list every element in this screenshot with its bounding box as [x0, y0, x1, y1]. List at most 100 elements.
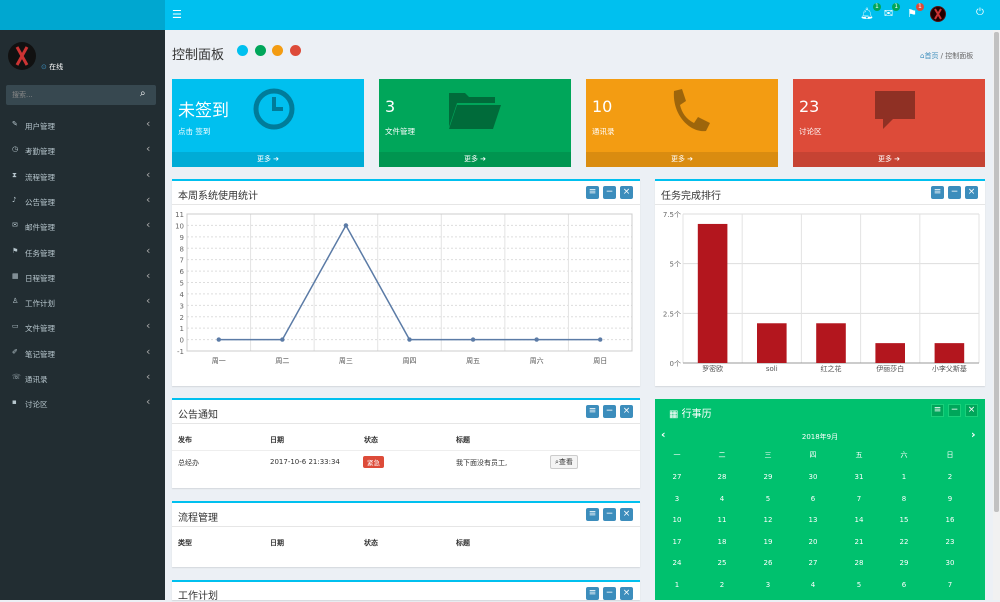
minimize-icon[interactable]: −: [948, 404, 961, 417]
calendar-day[interactable]: 30: [806, 473, 820, 481]
sidebar-item-3[interactable]: ♪ 公告管理 ‹: [0, 192, 165, 210]
sidebar-item-1[interactable]: ◷ 考勤管理 ‹: [0, 141, 165, 159]
calendar-day[interactable]: 4: [806, 581, 820, 589]
sidebar-item-0[interactable]: ✎ 用户管理 ‹: [0, 116, 165, 134]
flag-icon[interactable]: ⚑ 1: [907, 3, 924, 20]
list-icon[interactable]: ≡: [586, 186, 599, 199]
theme-dot-cyan[interactable]: [237, 45, 248, 56]
sidebar-item-7[interactable]: ♙ 工作计划 ‹: [0, 293, 165, 311]
bar[interactable]: [934, 343, 965, 363]
calendar-day[interactable]: 8: [897, 495, 911, 503]
scrollbar-thumb[interactable]: [994, 32, 999, 512]
calendar-day[interactable]: 19: [761, 538, 775, 546]
calendar-day[interactable]: 15: [897, 516, 911, 524]
calendar-day[interactable]: 4: [715, 495, 729, 503]
calendar-day[interactable]: 10: [670, 516, 684, 524]
close-icon[interactable]: ×: [620, 186, 633, 199]
calendar-day[interactable]: 6: [806, 495, 820, 503]
close-icon[interactable]: ×: [620, 405, 633, 418]
list-icon[interactable]: ≡: [586, 587, 599, 600]
bar[interactable]: [875, 343, 905, 363]
calendar-day[interactable]: 28: [852, 559, 866, 567]
sidebar-search[interactable]: 搜索... ⌕: [6, 85, 156, 105]
calendar-day[interactable]: 22: [897, 538, 911, 546]
data-point[interactable]: [598, 337, 603, 342]
calendar-day[interactable]: 27: [670, 473, 684, 481]
close-icon[interactable]: ×: [965, 404, 978, 417]
calendar-day[interactable]: 29: [761, 473, 775, 481]
sidebar-item-8[interactable]: ▭ 文件管理 ‹: [0, 318, 165, 336]
calendar-day[interactable]: 24: [670, 559, 684, 567]
more-link[interactable]: 更多 ➔: [172, 152, 364, 167]
calendar-day[interactable]: 11: [715, 516, 729, 524]
user-avatar[interactable]: [930, 6, 946, 22]
sidebar-item-2[interactable]: ⧗ 流程管理 ‹: [0, 167, 165, 185]
list-icon[interactable]: ≡: [586, 508, 599, 521]
sidebar-item-10[interactable]: ☏ 通讯录 ‹: [0, 369, 165, 387]
more-link[interactable]: 更多 ➔: [793, 152, 985, 167]
data-point[interactable]: [407, 337, 412, 342]
logo-area[interactable]: [0, 0, 165, 30]
calendar-day[interactable]: 21: [852, 538, 866, 546]
calendar-month[interactable]: 2018年9月: [655, 432, 985, 442]
calendar-day[interactable]: 27: [806, 559, 820, 567]
calendar-day[interactable]: 23: [943, 538, 957, 546]
minimize-icon[interactable]: −: [603, 186, 616, 199]
calendar-day[interactable]: 16: [943, 516, 957, 524]
calendar-day[interactable]: 29: [897, 559, 911, 567]
close-icon[interactable]: ×: [620, 587, 633, 600]
search-icon[interactable]: ⌕: [140, 88, 146, 99]
theme-dot-red[interactable]: [290, 45, 301, 56]
close-icon[interactable]: ×: [965, 186, 978, 199]
theme-dot-orange[interactable]: [272, 45, 283, 56]
data-point[interactable]: [534, 337, 539, 342]
data-point[interactable]: [280, 337, 285, 342]
calendar-day[interactable]: 30: [943, 559, 957, 567]
calendar-day[interactable]: 26: [761, 559, 775, 567]
more-link[interactable]: 更多 ➔: [379, 152, 571, 167]
bar[interactable]: [816, 323, 846, 363]
calendar-day[interactable]: 2: [943, 473, 957, 481]
bell-icon[interactable]: 🔔︎ 1: [860, 3, 881, 20]
cell-title[interactable]: 我下面没有员工,: [456, 458, 507, 468]
minimize-icon[interactable]: −: [603, 405, 616, 418]
calendar-day[interactable]: 25: [715, 559, 729, 567]
calendar-day[interactable]: 1: [897, 473, 911, 481]
calendar-day[interactable]: 28: [715, 473, 729, 481]
stat-box-files[interactable]: 3 文件管理 更多 ➔: [379, 79, 571, 167]
stat-box-contacts[interactable]: 10 通讯录 更多 ➔: [586, 79, 778, 167]
power-icon[interactable]: ⏻: [976, 7, 984, 18]
page-scrollbar[interactable]: [993, 30, 1000, 600]
stat-box-signin[interactable]: 未签到 点击 签到 更多 ➔: [172, 79, 364, 167]
calendar-day[interactable]: 5: [852, 581, 866, 589]
sidebar-item-11[interactable]: ▪ 讨论区 ‹: [0, 394, 165, 412]
calendar-day[interactable]: 6: [897, 581, 911, 589]
calendar-day[interactable]: 3: [670, 495, 684, 503]
calendar-day[interactable]: 7: [943, 581, 957, 589]
calendar-day[interactable]: 18: [715, 538, 729, 546]
data-point[interactable]: [216, 337, 221, 342]
list-icon[interactable]: ≡: [931, 186, 944, 199]
bar[interactable]: [757, 323, 787, 363]
sidebar-item-6[interactable]: ▦ 日程管理 ‹: [0, 268, 165, 286]
sidebar-item-4[interactable]: ✉ 邮件管理 ‹: [0, 217, 165, 235]
calendar-day[interactable]: 14: [852, 516, 866, 524]
list-icon[interactable]: ≡: [931, 404, 944, 417]
calendar-day[interactable]: 13: [806, 516, 820, 524]
minimize-icon[interactable]: −: [948, 186, 961, 199]
calendar-day[interactable]: 5: [761, 495, 775, 503]
minimize-icon[interactable]: −: [603, 508, 616, 521]
calendar-day[interactable]: 7: [852, 495, 866, 503]
calendar-day[interactable]: 9: [943, 495, 957, 503]
bar[interactable]: [697, 223, 728, 363]
theme-dot-green[interactable]: [255, 45, 266, 56]
mail-icon[interactable]: ✉ 1: [884, 3, 901, 20]
calendar-day[interactable]: 17: [670, 538, 684, 546]
sidebar-item-5[interactable]: ⚑ 任务管理 ‹: [0, 243, 165, 261]
calendar-day[interactable]: 2: [715, 581, 729, 589]
view-button[interactable]: ⌕查看: [550, 455, 578, 469]
list-icon[interactable]: ≡: [586, 405, 599, 418]
minimize-icon[interactable]: −: [603, 587, 616, 600]
breadcrumb-home[interactable]: 首页: [924, 52, 938, 60]
stat-box-forum[interactable]: 23 讨论区 更多 ➔: [793, 79, 985, 167]
